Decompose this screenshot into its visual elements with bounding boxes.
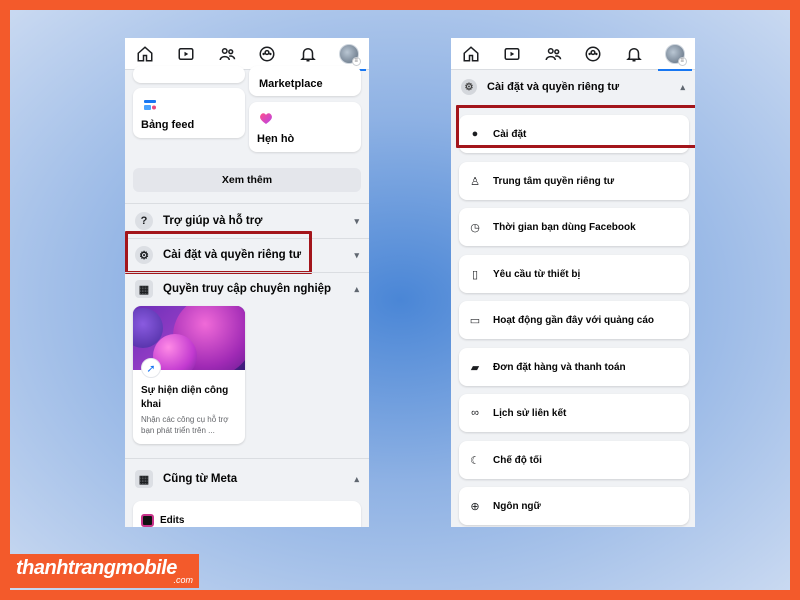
menu-item-label: Hoạt động gần đây với quảng cáo (493, 314, 655, 326)
menu-item-label: Yêu cầu từ thiết bị (493, 268, 581, 280)
menu-item-privacy-center[interactable]: ♙ Trung tâm quyền riêng tư (459, 162, 689, 200)
edits-app-card[interactable]: Edits (133, 501, 361, 527)
watermark-main: thanhtrangmobile (16, 557, 177, 579)
profile-avatar[interactable]: ≡ (657, 43, 692, 71)
highlight-box (125, 231, 312, 274)
pro-grid-icon: ▦ (135, 280, 153, 298)
watermark-logo: thanhtrangmobile .com (10, 554, 199, 588)
pro-card-description: Nhận các công cụ hỗ trợ bạn phát triển t… (141, 415, 229, 435)
lock-person-icon: ♙ (470, 175, 480, 188)
highlight-box (456, 105, 695, 148)
menu-item-orders-payments[interactable]: ▰ Đơn đặt hàng và thanh toán (459, 348, 689, 386)
menu-item-label: Đơn đặt hàng và thanh toán (493, 361, 626, 373)
clock-icon: ◷ (470, 221, 480, 234)
shortcut-card-marketplace[interactable]: Marketplace (249, 66, 361, 96)
groups-icon[interactable] (582, 43, 604, 65)
shortcut-card-dating[interactable]: Hẹn hò (249, 102, 361, 152)
see-more-button[interactable]: Xem thêm (133, 168, 361, 192)
chevron-up-icon: ▴ (354, 473, 359, 484)
avatar: ≡ (338, 43, 361, 66)
menu-item-language[interactable]: ⊕ Ngôn ngữ (459, 487, 689, 525)
chevron-up-icon: ▴ (354, 283, 359, 294)
link-icon: ∞ (471, 407, 479, 419)
menu-badge-icon: ≡ (351, 56, 361, 66)
question-icon: ? (135, 212, 153, 230)
background-canvas: ≡ Marketplace Bảng feed Hẹn hò Xem thêm … (10, 10, 790, 590)
shortcut-card-partial[interactable] (133, 66, 245, 83)
video-icon[interactable] (501, 43, 523, 65)
menu-item-time-on-facebook[interactable]: ◷ Thời gian bạn dùng Facebook (459, 208, 689, 246)
rocket-icon: ➚ (141, 358, 161, 378)
professional-access-row[interactable]: ▦ Quyền truy cập chuyên nghiệp ▴ (125, 274, 369, 304)
menu-item-ad-activity[interactable]: ▭ Hoạt động gần đây với quảng cáo (459, 301, 689, 339)
feed-icon (143, 98, 157, 110)
shortcut-label: Bảng feed (141, 119, 195, 131)
gear-icon: ⚙ (461, 79, 477, 95)
globe-icon: ⊕ (470, 500, 480, 513)
avatar: ≡ (664, 43, 687, 66)
divider (125, 272, 369, 273)
heart-icon (259, 112, 273, 125)
shortcut-label: Marketplace (259, 78, 323, 90)
phone-menu-screen: ≡ Marketplace Bảng feed Hẹn hò Xem thêm … (125, 38, 369, 527)
chevron-up-icon: ▴ (680, 81, 685, 92)
phone-settings-screen: ≡ ⚙ Cài đặt và quyền riêng tư ▴ ● Cài đặ… (451, 38, 695, 527)
settings-privacy-title: Cài đặt và quyền riêng tư (487, 81, 620, 93)
also-from-meta-row[interactable]: ▦ Cũng từ Meta ▴ (125, 464, 369, 494)
bell-icon[interactable] (297, 43, 319, 65)
divider (125, 203, 369, 204)
menu-item-label: Chế độ tối (493, 454, 542, 466)
device-icon: ▯ (471, 268, 479, 281)
professional-access-label: Quyền truy cập chuyên nghiệp (163, 283, 332, 295)
video-icon[interactable] (175, 43, 197, 65)
home-icon[interactable] (134, 43, 156, 65)
chevron-down-icon: ▾ (354, 215, 359, 226)
public-presence-card[interactable]: ➚ Sự hiện diện công khai Nhận các công c… (133, 306, 245, 444)
profile-avatar[interactable]: ≡ (331, 43, 366, 71)
menu-item-dark-mode[interactable]: ☾ Chế độ tối (459, 441, 689, 479)
also-from-meta-label: Cũng từ Meta (163, 473, 238, 485)
friends-icon[interactable] (216, 43, 238, 65)
edits-app-icon (141, 514, 154, 527)
home-icon[interactable] (460, 43, 482, 65)
card-icon: ▰ (470, 361, 480, 374)
menu-item-label: Lịch sử liên kết (493, 407, 567, 419)
bell-icon[interactable] (623, 43, 645, 65)
menu-item-link-history[interactable]: ∞ Lịch sử liên kết (459, 394, 689, 432)
watermark-sub: .com (173, 575, 193, 585)
moon-icon: ☾ (470, 454, 480, 467)
menu-badge-icon: ≡ (677, 56, 687, 66)
menu-item-label: Ngôn ngữ (493, 500, 541, 512)
edits-label: Edits (160, 515, 185, 526)
friends-icon[interactable] (542, 43, 564, 65)
menu-item-label: Trung tâm quyền riêng tư (493, 175, 615, 187)
menu-item-device-requests[interactable]: ▯ Yêu cầu từ thiết bị (459, 255, 689, 293)
help-support-label: Trợ giúp và hỗ trợ (163, 215, 263, 227)
ad-activity-icon: ▭ (469, 314, 481, 327)
chevron-down-icon: ▾ (354, 249, 359, 260)
shortcut-card-feed[interactable]: Bảng feed (133, 88, 245, 138)
menu-item-label: Thời gian bạn dùng Facebook (493, 221, 636, 233)
top-nav-bar: ≡ (451, 38, 695, 71)
settings-privacy-header[interactable]: ⚙ Cài đặt và quyền riêng tư ▴ (451, 74, 695, 100)
groups-icon[interactable] (256, 43, 278, 65)
meta-grid-icon: ▦ (135, 470, 153, 488)
pro-card-title: Sự hiện diện công khai (141, 385, 229, 410)
active-tab-indicator (657, 68, 692, 71)
divider (125, 458, 369, 459)
shortcut-label: Hẹn hò (257, 133, 295, 145)
